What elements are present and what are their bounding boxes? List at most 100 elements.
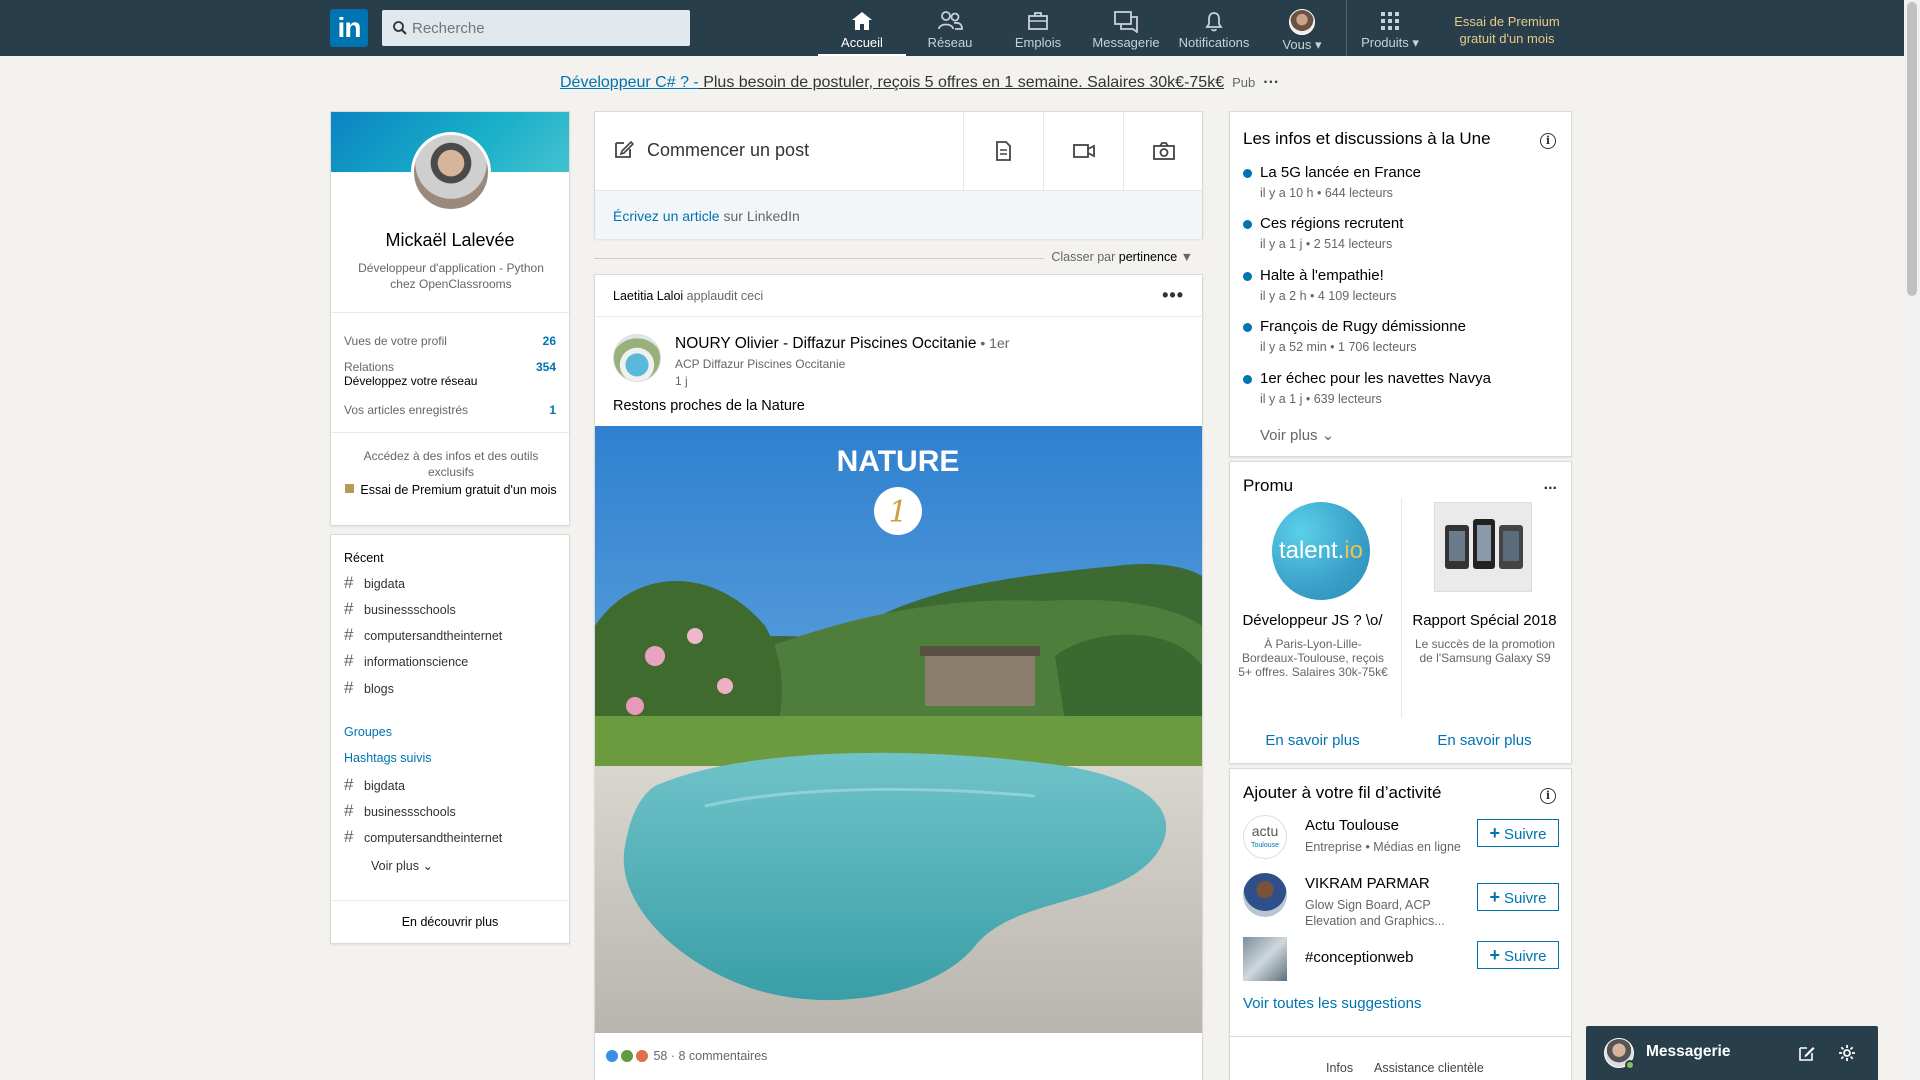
followed-tag[interactable]: # computersandtheinternet bbox=[344, 827, 502, 847]
ad-more-icon[interactable]: ··· bbox=[1263, 74, 1279, 91]
recent-tag[interactable]: # businessschools bbox=[344, 599, 456, 619]
recent-tag[interactable]: # computersandtheinternet bbox=[344, 625, 502, 645]
follow-button[interactable]: + Suivre bbox=[1477, 883, 1559, 911]
nav-messaging[interactable]: Messagerie bbox=[1082, 0, 1170, 56]
bullet-icon bbox=[1243, 323, 1252, 332]
ad-text[interactable]: Plus besoin de postuler, reçois 5 offres… bbox=[699, 74, 1224, 91]
photo-share-button[interactable] bbox=[1123, 112, 1203, 190]
ad-pub-label: Pub bbox=[1232, 75, 1256, 90]
followed-hashtags-link[interactable]: Hashtags suivis bbox=[344, 751, 432, 765]
premium-trial-link[interactable]: Essai de Premium gratuit d'un mois bbox=[1452, 13, 1562, 47]
actu-toulouse-logo[interactable]: actu Toulouse bbox=[1243, 815, 1287, 859]
search-icon bbox=[393, 21, 407, 35]
post-more-icon[interactable]: ••• bbox=[1162, 285, 1184, 306]
scrollbar-thumb[interactable] bbox=[1907, 2, 1917, 296]
suggestion-name[interactable]: #conceptionweb bbox=[1305, 949, 1413, 966]
messaging-title[interactable]: Messagerie bbox=[1646, 1043, 1730, 1061]
suggestion-name[interactable]: Actu Toulouse bbox=[1305, 817, 1399, 834]
write-article-link[interactable]: Écrivez un article bbox=[613, 208, 720, 224]
all-suggestions-link[interactable]: Voir toutes les suggestions bbox=[1243, 995, 1421, 1012]
bullet-icon bbox=[1243, 375, 1252, 384]
nav-notifications[interactable]: Notifications bbox=[1170, 0, 1258, 56]
profile-photo[interactable] bbox=[411, 132, 491, 212]
image-title: NATURE bbox=[837, 445, 960, 478]
news-voir-plus-button[interactable]: Voir plus ⌄ bbox=[1260, 426, 1334, 444]
footer-link-infos[interactable]: Infos bbox=[1326, 1061, 1353, 1075]
nav-products[interactable]: Produits ▾ bbox=[1346, 0, 1434, 56]
discover-more-button[interactable]: En découvrir plus bbox=[331, 915, 569, 929]
groups-link[interactable]: Groupes bbox=[344, 725, 392, 739]
divider bbox=[331, 312, 569, 313]
samsung-report-image[interactable] bbox=[1434, 502, 1532, 592]
recent-tag[interactable]: # bigdata bbox=[344, 573, 405, 593]
document-share-button[interactable] bbox=[963, 112, 1043, 190]
follow-button[interactable]: + Suivre bbox=[1477, 819, 1559, 847]
profile-headline: Développeur d'application - Python chez … bbox=[358, 261, 544, 291]
messaging-bar[interactable]: Messagerie bbox=[1586, 1026, 1878, 1080]
start-post-button[interactable]: Commencer un post bbox=[613, 138, 809, 161]
premium-promo-text: Accédez à des infos et des outils exclus… bbox=[363, 449, 539, 479]
write-article-bar[interactable]: Écrivez un article sur LinkedIn bbox=[595, 190, 1202, 239]
conceptionweb-image[interactable] bbox=[1243, 937, 1287, 981]
promo-more-icon[interactable]: ... bbox=[1544, 476, 1557, 494]
info-icon[interactable]: i bbox=[1540, 133, 1556, 149]
learn-more-link[interactable]: En savoir plus bbox=[1402, 732, 1567, 749]
bullet-icon bbox=[1243, 169, 1252, 178]
bullet-icon bbox=[1243, 272, 1252, 281]
follow-button[interactable]: + Suivre bbox=[1477, 941, 1559, 969]
voir-plus-button[interactable]: Voir plus ⌄ bbox=[371, 858, 433, 873]
learn-more-link[interactable]: En savoir plus bbox=[1230, 732, 1395, 749]
recent-tag[interactable]: # blogs bbox=[344, 678, 394, 698]
talent-io-logo[interactable]: talent.io bbox=[1272, 502, 1370, 600]
vikram-avatar[interactable] bbox=[1243, 873, 1287, 917]
linkedin-logo[interactable]: in bbox=[330, 9, 368, 47]
connections-stat[interactable]: Relations Développez votre réseau 354 bbox=[344, 360, 556, 388]
like-reaction-icon bbox=[605, 1049, 619, 1063]
chevron-down-icon: ⌄ bbox=[422, 859, 433, 873]
page-scrollbar[interactable] bbox=[1904, 0, 1920, 1080]
gear-icon[interactable] bbox=[1838, 1044, 1856, 1062]
ad-link[interactable]: Développeur C# ? - bbox=[560, 74, 699, 91]
saved-articles-stat[interactable]: Vos articles enregistrés 1 bbox=[344, 403, 556, 417]
nav-jobs[interactable]: Emplois bbox=[994, 0, 1082, 56]
followed-tag[interactable]: # businessschools bbox=[344, 801, 456, 821]
suggestion-item: actu Toulouse Actu Toulouse Entreprise • … bbox=[1243, 815, 1563, 865]
ad-banner[interactable]: Développeur C# ? - Plus besoin de postul… bbox=[560, 74, 1279, 92]
nav-home[interactable]: Accueil bbox=[818, 0, 906, 56]
video-share-button[interactable] bbox=[1043, 112, 1123, 190]
chevron-down-icon: ⌄ bbox=[1321, 427, 1335, 444]
nav-network[interactable]: Réseau bbox=[906, 0, 994, 56]
hashtag-icon: # bbox=[344, 801, 354, 820]
sort-bar: Classer par pertinence ▼ bbox=[594, 250, 1203, 266]
hashtag-icon: # bbox=[344, 827, 354, 846]
profile-name[interactable]: Mickaël Lalevée bbox=[331, 230, 569, 251]
post-actor[interactable]: Laetitia Laloi bbox=[613, 289, 683, 303]
avatar bbox=[1289, 9, 1315, 35]
profile-views-stat[interactable]: Vues de votre profil 26 bbox=[344, 334, 556, 348]
caret-down-icon: ▼ bbox=[1180, 250, 1193, 264]
premium-promo-link[interactable]: Essai de Premium gratuit d'un mois bbox=[345, 482, 557, 498]
suggestion-meta: Entreprise • Médias en ligne bbox=[1305, 840, 1461, 854]
nav-home-label: Accueil bbox=[841, 35, 883, 50]
post-image[interactable]: NATURE 1 bbox=[595, 426, 1202, 1033]
info-icon[interactable]: i bbox=[1540, 788, 1556, 804]
post-reactions[interactable]: 58 · 8 commentaires bbox=[605, 1049, 767, 1063]
nav-me[interactable]: Vous ▾ bbox=[1258, 0, 1346, 56]
post-author[interactable]: NOURY Olivier - Diffazur Piscines Occita… bbox=[675, 335, 1009, 353]
author-avatar[interactable] bbox=[613, 334, 661, 382]
compose-icon[interactable] bbox=[1798, 1044, 1816, 1062]
news-card: Les infos et discussions à la Une i La 5… bbox=[1229, 111, 1572, 457]
suggestion-name[interactable]: VIKRAM PARMAR bbox=[1305, 875, 1430, 892]
hashtag-icon: # bbox=[344, 573, 354, 592]
divider bbox=[1401, 498, 1402, 718]
network-icon bbox=[938, 11, 963, 30]
search-box[interactable] bbox=[382, 10, 690, 46]
recent-tag[interactable]: # informationscience bbox=[344, 651, 468, 671]
sort-dropdown[interactable]: Classer par pertinence ▼ bbox=[1051, 250, 1193, 264]
search-input[interactable] bbox=[412, 10, 682, 46]
suggestion-item: VIKRAM PARMAR Glow Sign Board, ACP Eleva… bbox=[1243, 873, 1563, 928]
divider bbox=[594, 258, 1044, 259]
footer-link-support[interactable]: Assistance clientèle bbox=[1374, 1061, 1484, 1075]
followed-tag[interactable]: # bigdata bbox=[344, 775, 405, 795]
hashtag-icon: # bbox=[344, 775, 354, 794]
